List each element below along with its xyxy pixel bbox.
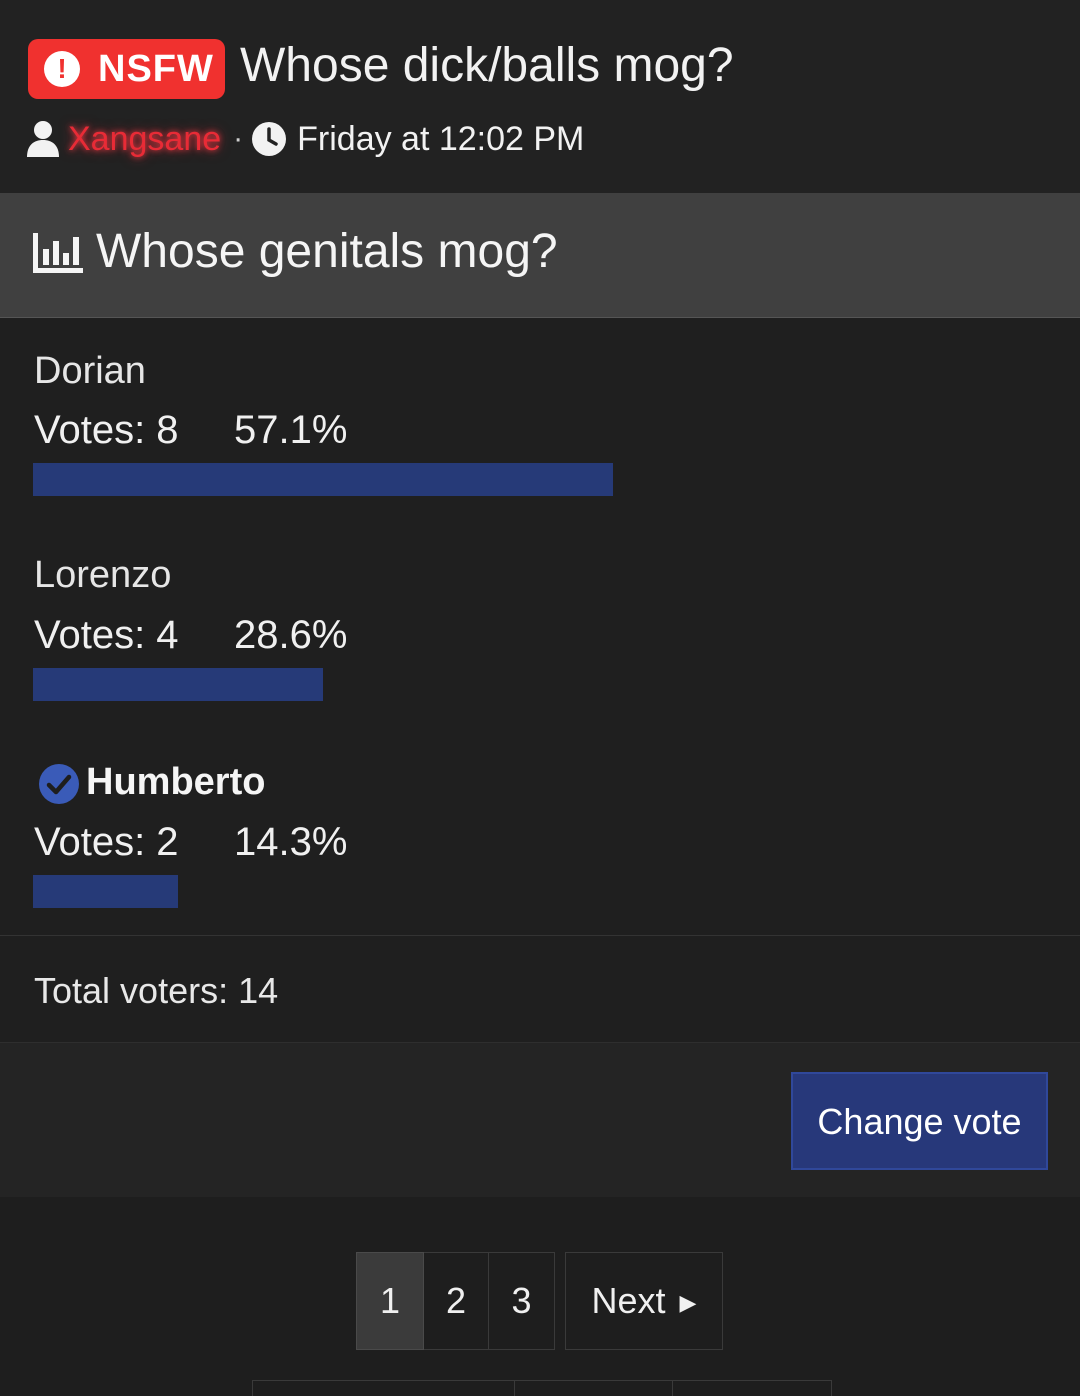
bar-chart-icon bbox=[33, 233, 83, 273]
clock-icon bbox=[252, 122, 287, 156]
poll-option-votes: Votes: 8 bbox=[34, 408, 179, 452]
thread-header: ! NSFW Whose dick/balls mog? Xangsane · … bbox=[0, 0, 1080, 193]
poll-option-name: Humberto bbox=[86, 761, 266, 803]
poll-option-percent: 14.3% bbox=[234, 820, 348, 864]
page-2-button[interactable]: 2 bbox=[424, 1252, 489, 1350]
page-3-button[interactable]: 3 bbox=[489, 1252, 555, 1350]
author-link[interactable]: Xangsane bbox=[68, 120, 221, 159]
nsfw-badge[interactable]: ! NSFW bbox=[28, 39, 225, 99]
meta-separator: · bbox=[233, 122, 244, 155]
pagination: 1 2 3 Next ▶ bbox=[356, 1252, 723, 1350]
poll-option-bar bbox=[33, 668, 1048, 701]
total-voters: Total voters: 14 bbox=[34, 970, 279, 1011]
change-vote-button[interactable]: Change vote bbox=[791, 1072, 1048, 1170]
page-1-button[interactable]: 1 bbox=[356, 1252, 424, 1350]
caret-right-icon: ▶ bbox=[679, 1290, 697, 1316]
poll-option-percent: 57.1% bbox=[234, 408, 348, 452]
poll-option-votes: Votes: 4 bbox=[34, 613, 179, 657]
bottom-pagination-edge bbox=[252, 1380, 832, 1396]
poll-title: Whose genitals mog? bbox=[96, 225, 558, 278]
nsfw-label: NSFW bbox=[98, 48, 214, 90]
next-page-button[interactable]: Next ▶ bbox=[565, 1252, 723, 1350]
exclamation-circle-icon: ! bbox=[44, 51, 80, 87]
poll-option-bar bbox=[33, 875, 1048, 908]
check-circle-icon bbox=[39, 764, 79, 804]
poll-option-bar-fill bbox=[33, 463, 613, 496]
poll-option-votes: Votes: 2 bbox=[34, 820, 179, 864]
post-date[interactable]: Friday at 12:02 PM bbox=[297, 120, 584, 159]
thread-title: Whose dick/balls mog? bbox=[240, 39, 734, 92]
poll-option-bar-fill bbox=[33, 668, 324, 701]
user-icon bbox=[27, 121, 59, 157]
poll-option-name: Dorian bbox=[34, 350, 146, 392]
next-label: Next bbox=[591, 1280, 666, 1321]
poll-option-bar-fill bbox=[33, 875, 179, 908]
thread-meta: Xangsane · Friday at 12:02 PM bbox=[26, 116, 584, 162]
poll-option-percent: 28.6% bbox=[234, 613, 348, 657]
poll-option-name: Lorenzo bbox=[34, 554, 172, 596]
poll-option-bar bbox=[33, 463, 1048, 496]
